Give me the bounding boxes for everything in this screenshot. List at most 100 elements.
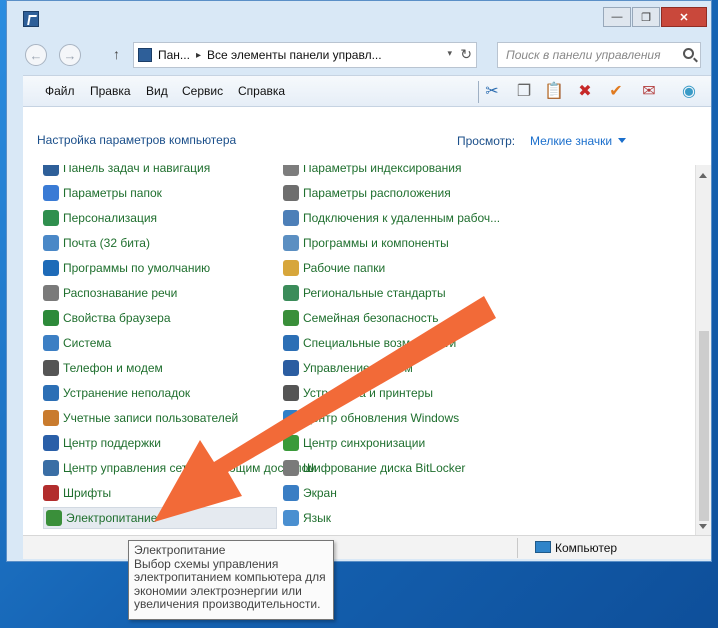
control-panel-item[interactable]: Центр управления сетями и общим доступом [43,457,317,479]
control-panel-item-label: Почта (32 бита) [63,236,150,250]
control-panel-item[interactable]: Центр обновления Windows [283,407,459,429]
delete-icon[interactable]: ✖ [574,80,596,102]
control-panel-item-label: Шифрование диска BitLocker [303,461,466,475]
taskbar-icon [43,165,59,176]
menu-tools[interactable]: Сервис [182,84,223,98]
back-button[interactable]: ← [25,44,47,66]
menu-edit[interactable]: Правка [90,84,131,98]
control-panel-item[interactable]: Семейная безопасность [283,307,439,329]
control-panel-item-label: Центр управления сетями и общим доступом [63,461,317,475]
control-panel-item[interactable]: Подключения к удаленным рабоч... [283,207,500,229]
maximize-button[interactable]: ❐ [632,7,660,27]
control-panel-items: Панель задач и навигация Параметры папок П… [23,165,695,535]
cut-icon[interactable]: ✂ [481,80,503,102]
control-panel-item-label: Параметры папок [63,186,162,200]
control-panel-item[interactable]: Язык [283,507,331,529]
control-panel-item[interactable]: Рабочие папки [283,257,385,279]
control-panel-icon[interactable] [23,11,39,27]
up-level-button[interactable]: ↑ [113,46,120,62]
folder-options-icon [43,185,59,201]
control-panel-item[interactable]: Свойства браузера [43,307,171,329]
breadcrumb-separator-icon[interactable]: ▸ [196,50,201,61]
page-title: Настройка параметров компьютера [37,133,237,147]
printer-icon [283,385,299,401]
control-panel-item[interactable]: Учетные записи пользователей [43,407,238,429]
control-panel-item[interactable]: Распознавание речи [43,282,177,304]
control-panel-item[interactable]: Шрифты [43,482,111,504]
status-divider [517,538,518,558]
control-panel-item[interactable]: Панель задач и навигация [43,165,210,179]
computer-icon [535,541,551,553]
control-panel-item[interactable]: Система [43,332,111,354]
control-panel-item[interactable]: Параметры индексирования [283,165,461,179]
control-panel-item[interactable]: Специальные возможности [283,332,456,354]
address-dropdown-icon[interactable]: ▾ [447,48,452,59]
location-icon [283,185,299,201]
scroll-thumb[interactable] [699,331,709,521]
control-panel-item[interactable]: Программы и компоненты [283,232,449,254]
control-panel-item-label: Система [63,336,112,350]
control-panel-item-label: Семейная безопасность [303,311,439,325]
address-field[interactable]: Пан... ▸ Все элементы панели управл... ▾… [133,42,477,68]
control-panel-icon [138,48,152,62]
forward-button[interactable]: → [59,44,81,66]
control-panel-item-label: Специальные возможности [303,336,457,350]
control-panel-item[interactable]: Шифрование диска BitLocker [283,457,465,479]
menu-view[interactable]: Вид [146,84,168,98]
control-panel-item-label: Телефон и модем [63,361,163,375]
browser-icon [43,310,59,326]
personalization-icon [43,210,59,226]
tooltip-line: электропитанием компьютера для [134,570,326,584]
control-panel-item[interactable]: Телефон и модем [43,357,163,379]
flag-icon [43,435,59,451]
control-panel-item[interactable]: Центр поддержки [43,432,161,454]
menu-file[interactable]: Файл [45,84,75,98]
control-panel-item[interactable]: Параметры папок [43,182,162,204]
control-panel-item[interactable]: Управление цветом [283,357,413,379]
refresh-icon[interactable]: ↻ [460,46,472,63]
control-panel-item-label: Учетные записи пользователей [63,411,239,425]
minimize-button[interactable]: — [603,7,631,27]
work-folders-icon [283,260,299,276]
troubleshoot-icon [43,385,59,401]
title-bar[interactable]: — ❐ ✕ [7,1,711,35]
control-panel-item[interactable]: Программы по умолчанию [43,257,210,279]
breadcrumb-control-panel[interactable]: Пан... [158,48,190,62]
control-panel-item-label: Устранение неполадок [63,386,191,400]
control-panel-item[interactable]: Персонализация [43,207,157,229]
display-icon [283,485,299,501]
chevron-down-icon[interactable] [618,138,626,143]
copy-icon[interactable]: ❐ [513,80,535,102]
control-panel-item-label: Параметры расположения [303,186,451,200]
control-panel-item[interactable]: Устройства и принтеры [283,382,433,404]
properties-icon[interactable]: ✉ [638,80,660,102]
control-panel-item-label: Региональные стандарты [303,286,446,300]
checkmark-icon[interactable]: ✔ [605,80,627,102]
control-panel-item[interactable]: Устранение неполадок [43,382,190,404]
control-panel-item[interactable]: Почта (32 бита) [43,232,150,254]
paste-icon[interactable]: 📋 [543,80,565,102]
system-icon [43,335,59,351]
control-panel-item[interactable]: Экран [283,482,337,504]
family-safety-icon [283,310,299,326]
menu-help[interactable]: Справка [238,84,285,98]
shell-icon[interactable]: ◉ [678,80,700,102]
scroll-down-icon[interactable] [699,524,707,529]
search-icon[interactable] [683,48,694,59]
control-panel-item-label: Центр поддержки [63,436,161,450]
view-mode-dropdown[interactable]: Мелкие значки [530,134,612,148]
control-panel-item[interactable]: Параметры расположения [283,182,451,204]
tooltip-line: увеличения производительности. [134,597,321,611]
accessibility-icon [283,335,299,351]
control-panel-item[interactable]: Региональные стандарты [283,282,446,304]
scroll-up-icon[interactable] [699,173,707,178]
menu-bar: Файл Правка Вид Сервис Справка ✂ ❐ 📋 ✖ ✔ ✉ ◉ [23,75,711,107]
control-panel-item[interactable]: Центр синхронизации [283,432,425,454]
status-computer-label: Компьютер [555,541,618,555]
search-input[interactable]: Поиск в панели управления [497,42,701,68]
status-bar: Компьютер [23,535,711,559]
breadcrumb-all-items[interactable]: Все элементы панели управл... [207,48,382,62]
control-panel-item[interactable]: Электропитание [43,507,277,529]
vertical-scrollbar[interactable] [695,165,711,535]
close-button[interactable]: ✕ [661,7,707,27]
